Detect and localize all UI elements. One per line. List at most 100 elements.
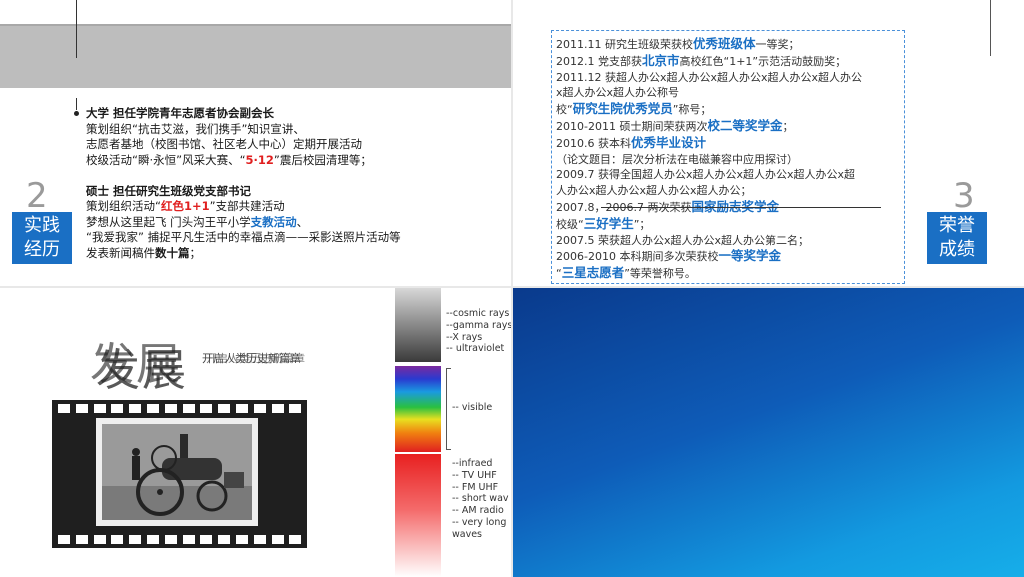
text-span: 一等奖学金	[718, 248, 781, 264]
text-span: 优秀班级体	[692, 36, 756, 51]
text-span: ”；	[633, 217, 651, 231]
film-hole	[182, 404, 195, 413]
text-line	[86, 168, 401, 184]
honors-text: 2011.11 研究生班级荣获校优秀班级体一等奖； 2012.1 党支部获北京市高…	[556, 36, 862, 282]
film-strip	[52, 400, 307, 548]
text-line: 志愿者基地（校图书馆、社区老人中心）定期开展活动	[86, 137, 401, 153]
text-span: 支教活动	[250, 214, 297, 229]
text-span: ”支部共建活动	[209, 199, 285, 213]
slide-development[interactable]: 发展 发展 开启人类历史新篇章 开启人类历史新篇章 --cosmic rays …	[0, 288, 511, 577]
spectrum-label: waves	[452, 528, 483, 540]
text-span: 校二等奖学金	[707, 117, 783, 133]
text-line: 2010.6 获本科优秀毕业设计	[556, 135, 862, 152]
text-span: 红色1+1	[160, 199, 210, 213]
text-span: 一等奖；	[755, 38, 800, 51]
film-hole	[289, 535, 302, 544]
text-span: 2010-2011 硕士期间荣获两次	[556, 119, 708, 133]
text-span: x超人办公x超人办公称号	[556, 86, 680, 100]
title-front: 发展	[96, 345, 188, 396]
text-line: x超人办公x超人办公称号	[556, 85, 862, 101]
text-line: “我爱我家” 捕捉平凡生活中的幸福点滴——采影送照片活动等	[86, 230, 401, 246]
film-hole	[253, 535, 266, 544]
slide-blue-background[interactable]	[513, 288, 1024, 577]
section-tag-line: 实践	[24, 215, 60, 236]
text-line: 校级活动“瞬·永恒”风采大赛、“5·12”震后校园清理等；	[86, 153, 401, 169]
film-hole	[93, 535, 106, 544]
spectrum-label: --X rays	[446, 331, 483, 343]
film-hole	[129, 535, 142, 544]
divider	[511, 0, 513, 577]
section-number: 2	[26, 176, 48, 216]
film-hole	[164, 404, 177, 413]
text-span: 高校红色“1+1”示范活动鼓励奖；	[679, 54, 847, 68]
text-span: 2006-2010 本科期间多次荣获校	[556, 250, 719, 264]
divider	[0, 286, 1024, 288]
text-line: 2012.1 党支部获北京市高校红色“1+1”示范活动鼓励奖；	[556, 53, 862, 70]
text-line: 2010-2011 硕士期间荣获两次校二等奖学金；	[556, 118, 862, 135]
spectrum-label: --cosmic rays	[446, 308, 510, 319]
text-span: 2009.7 获得全国超人办公x超人办公x超人办公x超人办公x超	[556, 168, 856, 182]
film-hole	[164, 535, 177, 544]
text-span: 2011.11 研究生班级荣获校	[556, 38, 693, 51]
spectrum-label: -- short wav	[452, 493, 509, 505]
text-span: “我爱我家” 捕捉平凡生活中的幸福点滴——采影送照片活动等	[86, 230, 401, 244]
film-hole	[75, 404, 88, 413]
film-hole	[111, 535, 124, 544]
text-span: 策划组织“抗击艾滋，我们携手”知识宣讲、	[86, 121, 305, 136]
text-span: 优秀毕业设计	[631, 134, 707, 150]
spectrum-top-labels: --cosmic rays --gamma rays --X rays -- u…	[446, 308, 511, 355]
divider	[601, 207, 881, 208]
film-hole	[75, 535, 88, 544]
spectrum-label: --gamma rays	[446, 319, 511, 331]
section-tag-line: 荣誉	[939, 215, 975, 236]
film-hole	[147, 535, 159, 544]
text-span: ”称号；	[672, 103, 712, 117]
spectrum-label: -- ultraviolet	[446, 343, 505, 355]
text-span: （论文题目：层次分析法在电磁兼容中应用探讨）	[556, 152, 798, 166]
spectrum-bottom-labels: --infraed -- TV UHF -- FM UHF -- short w…	[452, 458, 509, 541]
film-hole	[129, 404, 142, 413]
slide-practice-experience[interactable]: 2 实践 经历 大学 担任学院青年志愿者协会副会长 策划组织“抗击艾滋，我们携手”…	[0, 0, 511, 286]
steam-engine-photo	[96, 418, 258, 526]
slide-honors[interactable]: 2011.11 研究生班级荣获校优秀班级体一等奖； 2012.1 党支部获北京市高…	[513, 0, 1024, 286]
text-line: 2009.7 获得全国超人办公x超人办公x超人办公x超人办公x超	[556, 167, 862, 183]
film-hole	[253, 404, 266, 413]
text-line: 校“研究生院优秀党员”称号；	[556, 101, 862, 118]
text-span: 校级“	[556, 217, 584, 231]
text-line: （论文题目：层次分析法在电磁兼容中应用探讨）	[556, 152, 862, 168]
text-line: 梦想从这里起飞 门头沟王平小学支教活动、	[86, 215, 401, 231]
section-tag: 荣誉 成绩	[927, 212, 987, 264]
film-hole	[271, 404, 284, 413]
text-span: 硕士 担任研究生班级党支部书记	[86, 183, 252, 198]
film-hole	[93, 404, 106, 413]
film-hole	[200, 404, 213, 413]
section-tag: 实践 经历	[12, 212, 72, 264]
section-tag-line: 经历	[24, 239, 60, 260]
spectrum-label: -- TV UHF	[452, 469, 497, 481]
text-span: 数十篇	[155, 245, 190, 260]
spectrum-label: -- AM radio	[452, 505, 504, 517]
bullet	[74, 111, 79, 116]
steam-engine-image	[102, 424, 252, 520]
text-span: 、	[296, 214, 309, 229]
text-span: 人办公x超人办公x超人办公x超人办公；	[556, 184, 752, 198]
text-span: 发表新闻稿件	[86, 245, 155, 260]
text-span: 2012.1 党支部获	[556, 54, 642, 68]
text-line: “三星志愿者”等荣誉称号。	[556, 265, 862, 282]
section-tag-line: 成绩	[939, 239, 975, 260]
film-hole	[236, 404, 248, 413]
text-line: 2011.12 获超人办公x超人办公x超人办公x超人办公x超人办公	[556, 70, 862, 86]
text-span: 志愿者基地（校图书馆、社区老人中心）定期开展活动	[86, 137, 362, 151]
film-hole	[271, 535, 284, 544]
text-span: ”震后校园清理等；	[273, 152, 372, 167]
text-line: 人办公x超人办公x超人办公x超人办公；	[556, 183, 862, 199]
section-number: 3	[953, 176, 975, 216]
spectrum-label: --infraed	[452, 458, 493, 469]
text-span: 研究生院优秀党员	[572, 101, 673, 117]
text-line: 2007.5 荣获超人办公x超人办公x超人办公第二名；	[556, 233, 862, 249]
film-hole	[147, 404, 159, 413]
text-span: 大学 担任学院青年志愿者协会副会长	[86, 106, 275, 120]
text-span: 2011.12 获超人办公x超人办公x超人办公x超人办公x超人办公	[556, 70, 863, 84]
text-span: 2010.6 获本科	[556, 136, 631, 150]
film-hole	[58, 535, 70, 544]
